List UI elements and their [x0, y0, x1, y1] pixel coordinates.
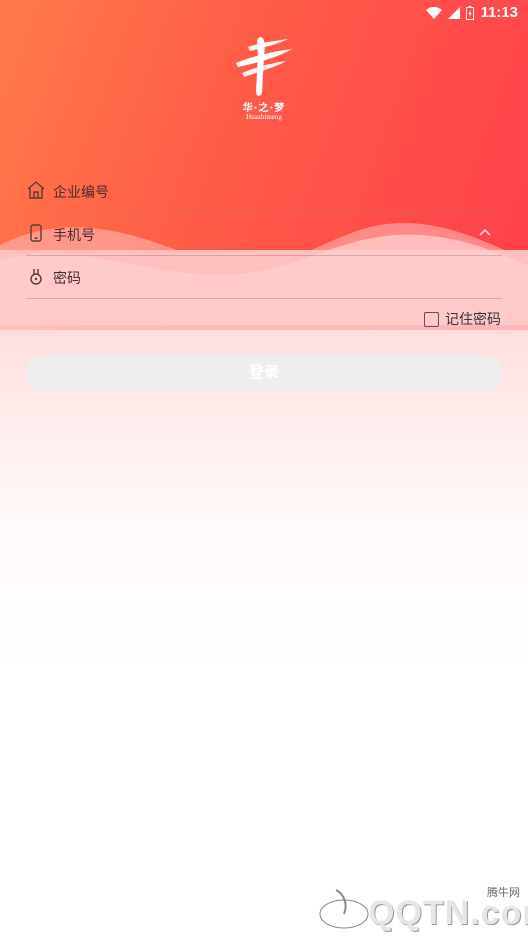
password-field[interactable]: 密码	[26, 256, 502, 299]
logo-mark-icon	[236, 37, 292, 96]
watermark-site-en: QQTN.com	[368, 894, 528, 932]
brand-name-cn: 华·之·梦	[242, 103, 286, 114]
wifi-icon	[426, 6, 443, 19]
watermark-logo-icon	[317, 889, 371, 931]
remember-password[interactable]: 记住密码	[424, 309, 501, 329]
login-button[interactable]: 登录	[26, 355, 502, 391]
company-code-field[interactable]: 企业编号	[26, 170, 502, 213]
app-logo: 华·之·梦 Huazhimeng	[226, 33, 302, 125]
home-icon	[27, 181, 45, 199]
battery-icon	[466, 5, 475, 20]
watermark: 腾牛网 QQTN.com	[316, 880, 528, 936]
status-icons: 11:13	[426, 4, 518, 21]
status-bar: 11:13	[0, 0, 528, 24]
lock-icon	[30, 269, 42, 285]
password-input[interactable]: 密码	[53, 268, 81, 288]
brand-name-en: Huazhimeng	[246, 113, 282, 121]
phone-input[interactable]: 手机号	[53, 225, 95, 245]
company-code-input[interactable]: 企业编号	[53, 182, 109, 202]
chevron-up-icon[interactable]	[478, 227, 492, 237]
phone-icon	[30, 224, 42, 242]
phone-field[interactable]: 手机号	[26, 213, 502, 256]
cell-signal-icon	[448, 6, 461, 19]
status-time: 11:13	[480, 4, 518, 21]
remember-checkbox[interactable]	[424, 311, 439, 327]
remember-label: 记住密码	[445, 311, 501, 327]
